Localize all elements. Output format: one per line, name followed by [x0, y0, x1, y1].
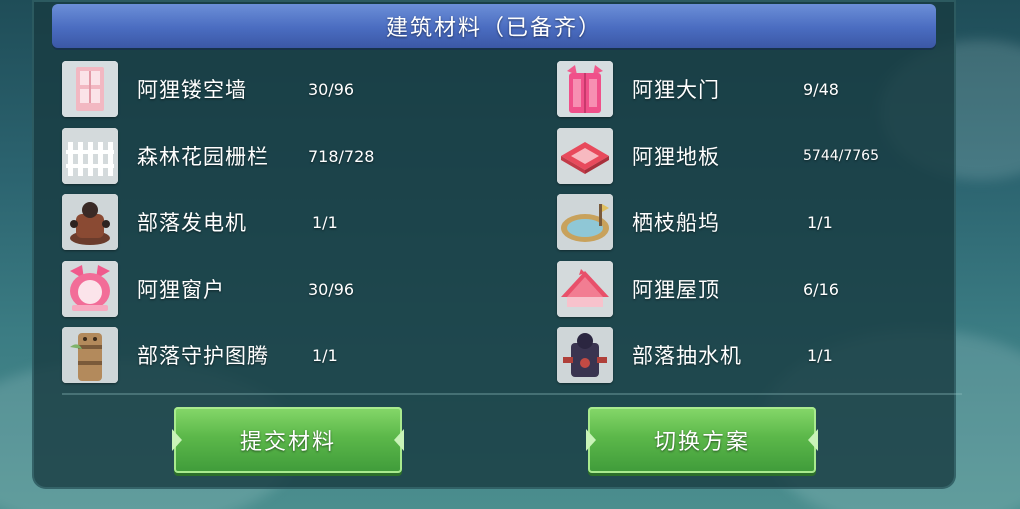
material-name: 部落守护图腾	[137, 344, 269, 368]
water-pump-icon	[557, 327, 613, 383]
material-count: 30/96	[308, 79, 355, 99]
material-row-floor[interactable]: 阿狸地板 5744/7765	[557, 126, 957, 186]
material-row-totem[interactable]: 部落守护图腾 1/1	[62, 325, 542, 385]
gate-icon	[557, 61, 613, 117]
material-row-generator[interactable]: 部落发电机 1/1	[62, 192, 542, 252]
material-name: 阿狸窗户	[137, 278, 225, 302]
material-name: 阿狸屋顶	[632, 278, 720, 302]
divider	[62, 393, 962, 395]
fence-icon	[62, 128, 118, 184]
hollow-wall-icon	[62, 61, 118, 117]
material-name: 阿狸地板	[632, 145, 720, 169]
button-arrow-left-icon	[586, 429, 596, 451]
material-count: 9/48	[803, 79, 839, 99]
material-row-fence[interactable]: 森林花园栅栏 718/728	[62, 126, 542, 186]
submit-materials-label: 提交材料	[239, 430, 336, 455]
material-count: 718/728	[308, 146, 375, 166]
material-row-hollow-wall[interactable]: 阿狸镂空墙 30/96	[62, 59, 542, 119]
material-row-window[interactable]: 阿狸窗户 30/96	[62, 259, 542, 319]
material-row-gate[interactable]: 阿狸大门 9/48	[557, 59, 957, 119]
material-name: 森林花园栅栏	[137, 145, 269, 169]
material-name: 阿狸镂空墙	[137, 78, 247, 102]
button-arrow-left-icon	[172, 429, 182, 451]
material-name: 部落抽水机	[632, 344, 742, 368]
material-count: 5744/7765	[803, 148, 879, 164]
switch-plan-button[interactable]: 切换方案	[586, 407, 818, 473]
material-name: 部落发电机	[137, 211, 247, 235]
panel-title: 建筑材料（已备齐）	[385, 16, 602, 41]
material-count: 1/1	[807, 345, 833, 365]
material-count: 1/1	[312, 345, 338, 365]
button-arrow-right-icon	[394, 429, 404, 451]
material-name: 栖枝船坞	[632, 211, 720, 235]
submit-materials-button[interactable]: 提交材料	[172, 407, 404, 473]
material-count: 30/96	[308, 279, 355, 299]
material-row-water-pump[interactable]: 部落抽水机 1/1	[557, 325, 957, 385]
roof-icon	[557, 261, 613, 317]
window-icon	[62, 261, 118, 317]
material-count: 6/16	[803, 279, 839, 299]
panel-title-bar: 建筑材料（已备齐）	[52, 4, 936, 48]
game-scene: 建筑材料（已备齐） 阿狸镂空墙 30/96 森林花园栅栏 718/728 部落发…	[0, 0, 1020, 509]
material-row-roof[interactable]: 阿狸屋顶 6/16	[557, 259, 957, 319]
material-count: 1/1	[312, 212, 338, 232]
totem-icon	[62, 327, 118, 383]
material-name: 阿狸大门	[632, 78, 720, 102]
material-count: 1/1	[807, 212, 833, 232]
switch-plan-label: 切换方案	[653, 430, 750, 455]
material-row-dock[interactable]: 栖枝船坞 1/1	[557, 192, 957, 252]
generator-icon	[62, 194, 118, 250]
dock-icon	[557, 194, 613, 250]
button-arrow-right-icon	[808, 429, 818, 451]
floor-icon	[557, 128, 613, 184]
